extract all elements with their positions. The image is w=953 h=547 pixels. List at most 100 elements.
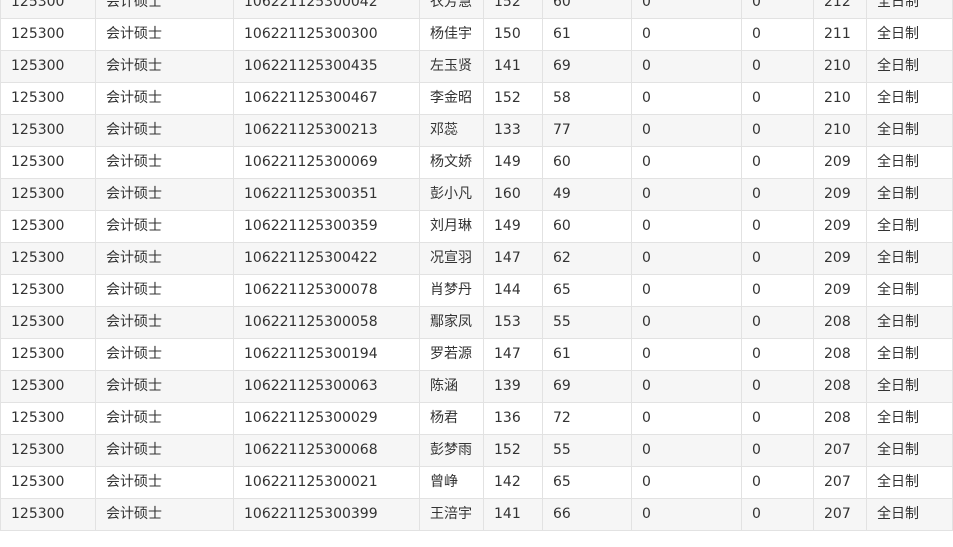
major-name-cell: 会计硕士 [95, 210, 234, 243]
score2-cell: 65 [542, 466, 632, 499]
total-cell: 211 [813, 18, 867, 51]
score4-cell: 0 [741, 114, 814, 147]
major-name-cell: 会计硕士 [95, 146, 234, 179]
score2-cell: 77 [542, 114, 632, 147]
score1-cell: 144 [483, 274, 543, 307]
score1-cell: 149 [483, 146, 543, 179]
candidate-id-cell: 106221125300029 [233, 402, 420, 435]
score3-cell: 0 [631, 114, 742, 147]
score4-cell: 0 [741, 434, 814, 467]
score3-cell: 0 [631, 242, 742, 275]
admission-results-table: 125300 会计硕士 106221125300042 衣芳慧 152 60 0 0 212 全日… [0, 0, 953, 531]
name-cell: 杨佳宇 [419, 18, 484, 51]
name-cell: 李金昭 [419, 82, 484, 115]
score4-cell: 0 [741, 82, 814, 115]
score2-cell: 60 [542, 210, 632, 243]
name-cell: 邓蕊 [419, 114, 484, 147]
total-cell: 208 [813, 338, 867, 371]
major-name-cell: 会计硕士 [95, 306, 234, 339]
table-row: 125300 会计硕士 106221125300029 杨君 136 72 0 0 208 全日制 [0, 402, 953, 435]
name-cell: 彭梦雨 [419, 434, 484, 467]
score2-cell: 69 [542, 50, 632, 83]
score1-cell: 147 [483, 338, 543, 371]
major-code-cell: 125300 [0, 242, 96, 275]
score3-cell: 0 [631, 434, 742, 467]
candidate-id-cell: 106221125300422 [233, 242, 420, 275]
major-name-cell: 会计硕士 [95, 466, 234, 499]
score4-cell: 0 [741, 338, 814, 371]
name-cell: 刘月琳 [419, 210, 484, 243]
study-mode-cell: 全日制 [866, 338, 953, 371]
major-code-cell: 125300 [0, 402, 96, 435]
table-row: 125300 会计硕士 106221125300213 邓蕊 133 77 0 0 210 全日制 [0, 114, 953, 147]
total-cell: 209 [813, 146, 867, 179]
score2-cell: 65 [542, 274, 632, 307]
score1-cell: 160 [483, 178, 543, 211]
total-cell: 208 [813, 370, 867, 403]
major-name-cell: 会计硕士 [95, 498, 234, 531]
candidate-id-cell: 106221125300359 [233, 210, 420, 243]
score3-cell: 0 [631, 306, 742, 339]
table-row: 125300 会计硕士 106221125300359 刘月琳 149 60 0 0 209 全日… [0, 210, 953, 243]
major-name-cell: 会计硕士 [95, 434, 234, 467]
study-mode-cell: 全日制 [866, 498, 953, 531]
major-name-cell: 会计硕士 [95, 0, 234, 19]
score3-cell: 0 [631, 338, 742, 371]
study-mode-cell: 全日制 [866, 18, 953, 51]
score2-cell: 62 [542, 242, 632, 275]
score2-cell: 58 [542, 82, 632, 115]
score1-cell: 141 [483, 50, 543, 83]
score1-cell: 152 [483, 82, 543, 115]
candidate-id-cell: 106221125300069 [233, 146, 420, 179]
major-name-cell: 会计硕士 [95, 274, 234, 307]
score2-cell: 55 [542, 434, 632, 467]
study-mode-cell: 全日制 [866, 466, 953, 499]
major-code-cell: 125300 [0, 306, 96, 339]
study-mode-cell: 全日制 [866, 402, 953, 435]
major-name-cell: 会计硕士 [95, 178, 234, 211]
study-mode-cell: 全日制 [866, 242, 953, 275]
study-mode-cell: 全日制 [866, 50, 953, 83]
score3-cell: 0 [631, 178, 742, 211]
candidate-id-cell: 106221125300063 [233, 370, 420, 403]
score1-cell: 150 [483, 18, 543, 51]
score3-cell: 0 [631, 210, 742, 243]
study-mode-cell: 全日制 [866, 370, 953, 403]
score4-cell: 0 [741, 210, 814, 243]
score1-cell: 141 [483, 498, 543, 531]
table-row: 125300 会计硕士 106221125300467 李金昭 152 58 0 0 210 全日… [0, 82, 953, 115]
score4-cell: 0 [741, 274, 814, 307]
major-code-cell: 125300 [0, 434, 96, 467]
major-code-cell: 125300 [0, 18, 96, 51]
score4-cell: 0 [741, 178, 814, 211]
major-code-cell: 125300 [0, 338, 96, 371]
candidate-id-cell: 106221125300068 [233, 434, 420, 467]
score4-cell: 0 [741, 0, 814, 19]
study-mode-cell: 全日制 [866, 210, 953, 243]
score2-cell: 60 [542, 146, 632, 179]
name-cell: 陈涵 [419, 370, 484, 403]
table-row: 125300 会计硕士 106221125300069 杨文娇 149 60 0 0 209 全日… [0, 146, 953, 179]
table-row: 125300 会计硕士 106221125300063 陈涵 139 69 0 0 208 全日制 [0, 370, 953, 403]
table-row: 125300 会计硕士 106221125300435 左玉贤 141 69 0 0 210 全日… [0, 50, 953, 83]
candidate-id-cell: 106221125300042 [233, 0, 420, 19]
table-row: 125300 会计硕士 106221125300300 杨佳宇 150 61 0 0 211 全日… [0, 18, 953, 51]
candidate-id-cell: 106221125300058 [233, 306, 420, 339]
candidate-id-cell: 106221125300435 [233, 50, 420, 83]
total-cell: 208 [813, 402, 867, 435]
total-cell: 209 [813, 178, 867, 211]
major-code-cell: 125300 [0, 114, 96, 147]
score3-cell: 0 [631, 274, 742, 307]
major-name-cell: 会计硕士 [95, 82, 234, 115]
score1-cell: 149 [483, 210, 543, 243]
major-code-cell: 125300 [0, 50, 96, 83]
score3-cell: 0 [631, 370, 742, 403]
major-name-cell: 会计硕士 [95, 50, 234, 83]
study-mode-cell: 全日制 [866, 306, 953, 339]
score4-cell: 0 [741, 18, 814, 51]
score1-cell: 133 [483, 114, 543, 147]
score1-cell: 139 [483, 370, 543, 403]
major-name-cell: 会计硕士 [95, 114, 234, 147]
table-row: 125300 会计硕士 106221125300351 彭小凡 160 49 0 0 209 全日… [0, 178, 953, 211]
candidate-id-cell: 106221125300213 [233, 114, 420, 147]
